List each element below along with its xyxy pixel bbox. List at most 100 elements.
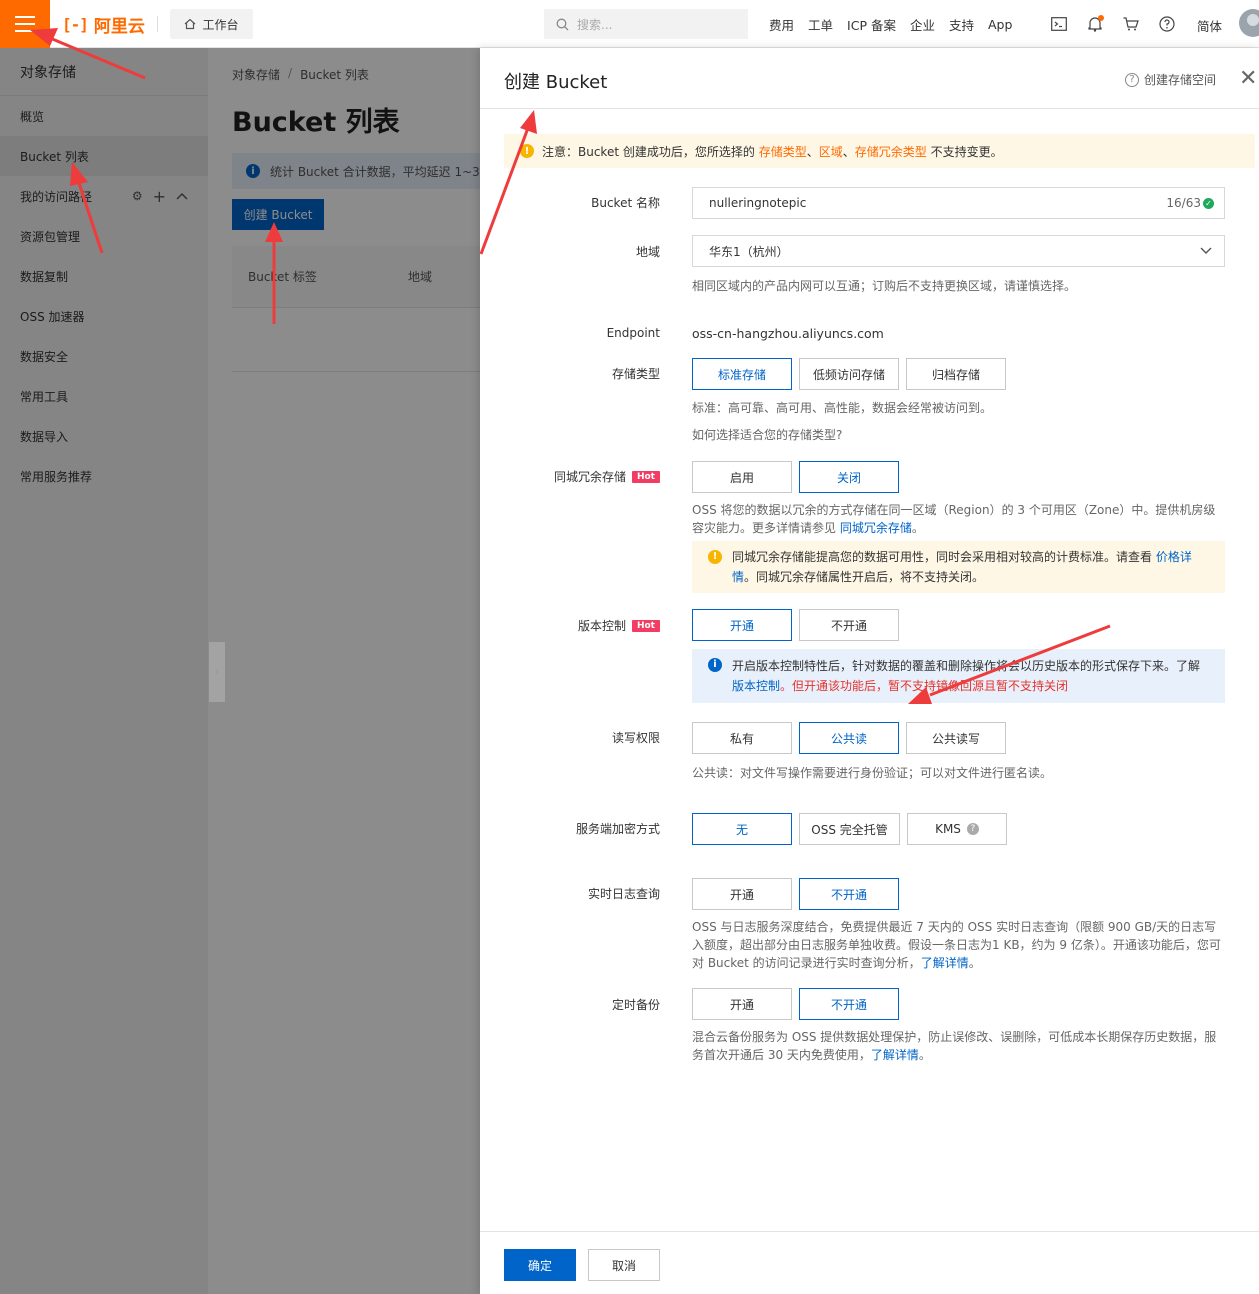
warning-prefix: 注意：Bucket 创建成功后，您所选择的	[542, 144, 759, 159]
storage-class-label: 存储类型	[611, 367, 660, 381]
zrs-field-wrap: 启用 关闭 OSS 将您的数据以冗余的方式存储在同一区域（Region）的 3 …	[692, 461, 1227, 593]
nav-icp[interactable]: ICP 备案	[840, 15, 903, 34]
encryption-kms-option[interactable]: KMS?	[907, 813, 1007, 845]
question-icon[interactable]: ?	[966, 823, 979, 835]
versioning-tip-text: 开启版本控制特性后，针对数据的覆盖和删除操作将会以历史版本的形式保存下来。了解	[732, 659, 1201, 673]
create-storage-help-link[interactable]: ? 创建存储空间	[1125, 71, 1216, 88]
immutable-warning: ! 注意：Bucket 创建成功后，您所选择的 存储类型、区域、存储冗余类型 不…	[504, 134, 1255, 168]
nav-tickets[interactable]: 工单	[801, 15, 840, 34]
zrs-doc-link[interactable]: 同城冗余存储	[840, 521, 912, 535]
versioning-options: 开通 不开通	[692, 609, 1225, 641]
acl-public-read-option[interactable]: 公共读	[799, 722, 899, 754]
cart-icon[interactable]	[1122, 15, 1140, 33]
info-icon: i	[708, 658, 722, 672]
zrs-hint-text: OSS 将您的数据以冗余的方式存储在同一区域（Region）的 3 个可用区（Z…	[692, 503, 1216, 535]
region-hint: 相同区域内的产品内网可以互通；订购后不支持更换区域，请谨慎选择。	[692, 279, 1077, 293]
nav-enterprise[interactable]: 企业	[903, 15, 942, 34]
drawer-title: 创建 Bucket	[504, 72, 608, 93]
backup-field-wrap: 开通 不开通 混合云备份服务为 OSS 提供数据处理保护，防止误修改、误删除，可…	[692, 988, 1227, 1064]
realtime-log-doc-link[interactable]: 了解详情	[921, 956, 969, 970]
bell-icon[interactable]	[1086, 15, 1104, 33]
bucket-name-input[interactable]: nulleringnotepic 16/63 ✓	[692, 187, 1225, 219]
bucket-name-field-wrap: nulleringnotepic 16/63 ✓	[692, 187, 1225, 219]
realtime-log-hint-end: 。	[968, 956, 981, 970]
acl-public-read-write-option[interactable]: 公共读写	[906, 722, 1006, 754]
search-placeholder: 搜索...	[577, 17, 613, 32]
backup-options: 开通 不开通	[692, 988, 1227, 1020]
char-counter: 16/63 ✓	[1166, 196, 1214, 210]
close-icon[interactable]: ✕	[1239, 68, 1257, 90]
realtime-log-options: 开通 不开通	[692, 878, 1227, 910]
storage-ia-option[interactable]: 低频访问存储	[799, 358, 899, 390]
zrs-hint-end: 。	[911, 521, 924, 535]
workbench-button[interactable]: 工作台	[170, 9, 253, 39]
backup-hint-text: 混合云备份服务为 OSS 提供数据处理保护，防止误修改、误删除，可低成本长期保存…	[692, 1030, 1217, 1062]
endpoint-label: Endpoint	[606, 326, 660, 340]
realtime-log-enable-option[interactable]: 开通	[692, 878, 792, 910]
language-switch[interactable]: 简体	[1197, 16, 1222, 35]
warning-region: 区域	[818, 144, 843, 159]
versioning-tip: i 开启版本控制特性后，针对数据的覆盖和删除操作将会以历史版本的形式保存下来。了…	[692, 649, 1225, 703]
zrs-tip-end: 。同城冗余存储属性开启后，将不支持关闭。	[744, 570, 985, 584]
warning-icon: !	[520, 144, 534, 158]
versioning-enable-option[interactable]: 开通	[692, 609, 792, 641]
zrs-disable-option[interactable]: 关闭	[799, 461, 899, 493]
versioning-doc-link[interactable]: 版本控制	[732, 679, 780, 693]
acl-label: 读写权限	[611, 731, 660, 745]
encryption-oss-managed-option[interactable]: OSS 完全托管	[799, 813, 900, 845]
home-icon	[185, 18, 196, 30]
terminal-icon[interactable]	[1050, 15, 1068, 33]
region-value: 华东1（杭州）	[709, 244, 789, 259]
versioning-disable-option[interactable]: 不开通	[799, 609, 899, 641]
chevron-left-icon[interactable]: ‹	[209, 642, 225, 702]
workbench-label: 工作台	[202, 17, 239, 32]
cancel-button[interactable]: 取消	[588, 1249, 660, 1281]
help-icon[interactable]	[1158, 15, 1176, 33]
realtime-log-disable-option[interactable]: 不开通	[799, 878, 899, 910]
realtime-log-label: 实时日志查询	[587, 887, 660, 901]
avatar[interactable]	[1239, 9, 1259, 37]
hamburger-menu-icon[interactable]	[0, 0, 50, 48]
bucket-name-value: nulleringnotepic	[709, 196, 807, 210]
modal-overlay[interactable]	[0, 48, 480, 1294]
acl-hint: 公共读：对文件写操作需要进行身份验证；可以对文件进行匿名读。	[692, 766, 1053, 780]
encryption-none-option[interactable]: 无	[692, 813, 792, 845]
region-field-wrap: 华东1（杭州） 相同区域内的产品内网可以互通；订购后不支持更换区域，请谨慎选择。	[692, 235, 1227, 295]
bucket-name-label: Bucket 名称	[591, 196, 660, 210]
backup-enable-option[interactable]: 开通	[692, 988, 792, 1020]
region-label: 地域	[635, 245, 660, 259]
backup-doc-link[interactable]: 了解详情	[871, 1048, 919, 1062]
check-icon: ✓	[1203, 197, 1214, 209]
storage-class-options: 标准存储 低频访问存储 归档存储	[692, 358, 1227, 390]
acl-private-option[interactable]: 私有	[692, 722, 792, 754]
region-select[interactable]: 华东1（杭州）	[692, 235, 1225, 267]
create-bucket-drawer: 创建 Bucket ? 创建存储空间 ✕ ! 注意：Bucket 创建成功后，您…	[480, 48, 1259, 1294]
zrs-options: 启用 关闭	[692, 461, 1227, 493]
hot-badge: Hot	[631, 619, 660, 632]
search-input[interactable]: 搜索...	[544, 9, 748, 39]
notification-dot	[1098, 15, 1104, 21]
zrs-pricing-tip: ! 同城冗余存储能提高您的数据可用性，同时会采用相对较高的计费标准。请查看 价格…	[692, 541, 1225, 593]
warning-redundancy: 存储冗余类型	[854, 144, 927, 159]
zrs-label: 同城冗余存储 Hot	[554, 468, 660, 485]
realtime-log-hint: OSS 与日志服务深度结合，免费提供最近 7 天内的 OSS 实时日志查询（限额…	[692, 918, 1227, 972]
encryption-label: 服务端加密方式	[575, 822, 660, 836]
backup-label: 定时备份	[611, 998, 660, 1012]
backup-disable-option[interactable]: 不开通	[799, 988, 899, 1020]
acl-options: 私有 公共读 公共读写	[692, 722, 1227, 754]
nav-support[interactable]: 支持	[942, 15, 981, 34]
zrs-enable-option[interactable]: 启用	[692, 461, 792, 493]
versioning-label-text: 版本控制	[577, 619, 626, 633]
nav-app[interactable]: App	[981, 17, 1019, 32]
aliyun-logo[interactable]: [-] 阿里云	[62, 12, 145, 37]
storage-archive-option[interactable]: 归档存储	[906, 358, 1006, 390]
warning-suffix: 不支持变更。	[926, 144, 1003, 159]
versioning-warning-text: 。但开通该功能后，暂不支持镜像回源且暂不支持关闭	[780, 679, 1069, 693]
confirm-button[interactable]: 确定	[504, 1249, 576, 1281]
storage-class-help-link[interactable]: 如何选择适合您的存储类型?	[692, 426, 1227, 444]
zrs-label-text: 同城冗余存储	[553, 470, 626, 484]
realtime-log-field-wrap: 开通 不开通 OSS 与日志服务深度结合，免费提供最近 7 天内的 OSS 实时…	[692, 878, 1227, 972]
backup-hint: 混合云备份服务为 OSS 提供数据处理保护，防止误修改、误删除，可低成本长期保存…	[692, 1028, 1227, 1064]
nav-fees[interactable]: 费用	[762, 15, 801, 34]
storage-standard-option[interactable]: 标准存储	[692, 358, 792, 390]
